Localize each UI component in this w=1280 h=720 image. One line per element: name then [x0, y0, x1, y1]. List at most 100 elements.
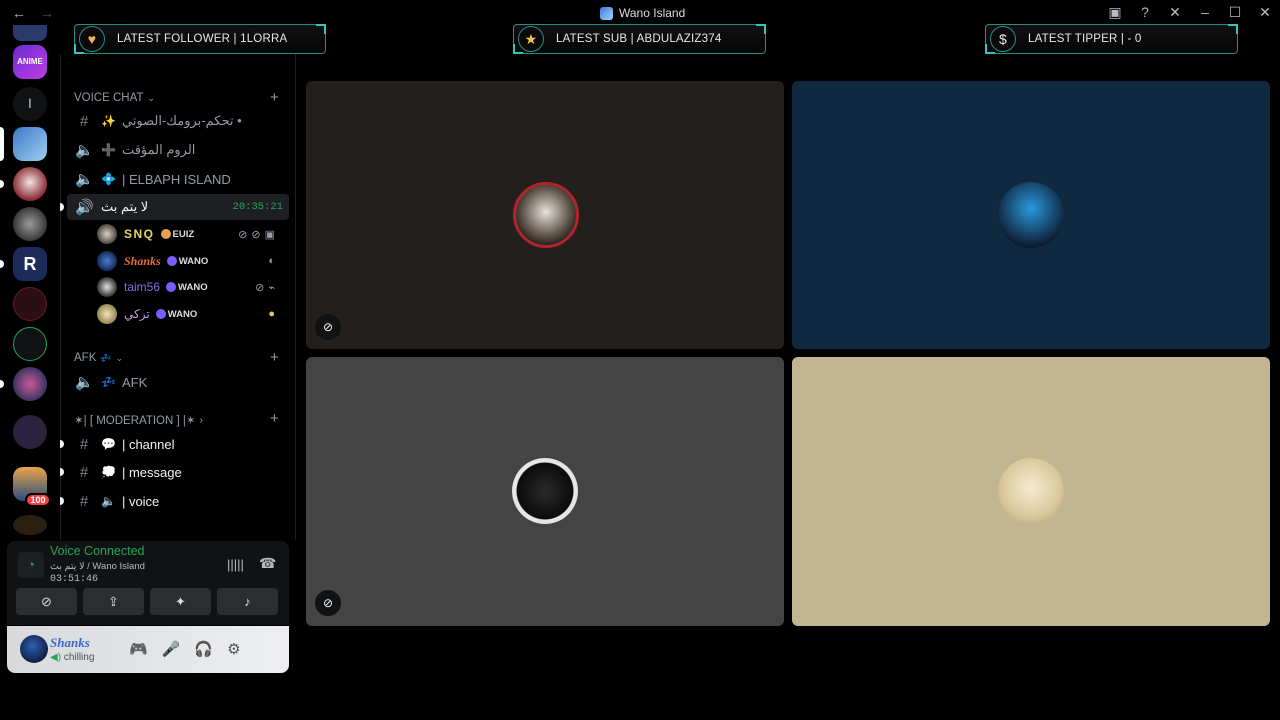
server-avatar-2[interactable]: [13, 167, 47, 201]
tag-text: WANO: [178, 281, 208, 293]
server-avatar-8[interactable]: [13, 415, 47, 449]
video-tile-1[interactable]: ⊘: [306, 81, 784, 349]
unread-indicator: [0, 180, 4, 188]
help-icon[interactable]: ?: [1138, 4, 1152, 21]
voice-user-taim56[interactable]: taim56 WANO ⊘⌁: [97, 275, 287, 299]
maximize-icon[interactable]: ☐: [1228, 4, 1242, 21]
category-label: VOICE CHAT: [74, 92, 144, 104]
soundboard-button[interactable]: ♪: [217, 588, 278, 615]
channel-label: AFK: [121, 374, 148, 390]
category-afk[interactable]: AFK 💤 ⌄ +: [74, 349, 279, 366]
channel-text-channel[interactable]: # 💬 | channel: [60, 431, 289, 457]
category-voice-chat[interactable]: VOICE CHAT ⌄ +: [74, 89, 279, 106]
avatar: [97, 224, 117, 244]
video-tile-2[interactable]: [792, 81, 1270, 349]
channel-label: لا يتم بث: [101, 199, 149, 214]
chevron-down-icon: ⌄: [147, 92, 155, 103]
tag-icon: [155, 309, 166, 319]
avatar: [97, 251, 117, 271]
user-avatar[interactable]: [20, 635, 48, 663]
voice-status[interactable]: Voice Connected: [50, 544, 145, 558]
server-avatar-5[interactable]: [13, 287, 47, 321]
unread-indicator: [60, 440, 64, 448]
add-channel-icon[interactable]: +: [270, 89, 279, 106]
screen-share-button[interactable]: ⇪: [83, 588, 144, 615]
channel-text-message[interactable]: # 💭 | message: [60, 459, 289, 485]
channel-active-voice[interactable]: 🔊 لا يتم بث 20:35:21: [60, 194, 289, 220]
server-icon-top[interactable]: [13, 25, 47, 41]
server-avatar-3[interactable]: [13, 207, 47, 241]
camera-off-button[interactable]: ⊘: [16, 588, 77, 615]
latest-follower-banner: ♥ LATEST FOLLOWER | 1LORRA: [74, 24, 326, 54]
voice-user-snq[interactable]: SNQ EUIZ ⊘⊘▣: [97, 222, 287, 246]
noise-suppression-icon[interactable]: |||||: [227, 557, 244, 572]
add-channel-icon[interactable]: +: [270, 410, 279, 427]
forward-arrow-icon[interactable]: →: [40, 5, 54, 21]
headphones-icon[interactable]: 🎧: [194, 640, 213, 658]
user-name: SNQ: [124, 227, 155, 241]
user-name[interactable]: Shanks: [50, 635, 90, 651]
disconnect-icon[interactable]: ☎: [259, 555, 276, 572]
latest-follower-text: LATEST FOLLOWER | 1LORRA: [117, 33, 288, 45]
video-tile-4[interactable]: [792, 357, 1270, 626]
heart-icon: ♥: [79, 26, 105, 52]
voice-user-shanks[interactable]: Shanks WANO ◐: [97, 249, 287, 273]
signal-icon[interactable]: ◔: [18, 552, 44, 578]
muted-icon: ⊘: [315, 590, 341, 616]
camera-off-icon: ⊘: [315, 314, 341, 340]
thought-bubble-icon: 💭: [101, 465, 116, 479]
voice-room[interactable]: لا يتم بث / Wano Island: [50, 561, 145, 572]
channel-voice-control[interactable]: # ✨ تحكم-برومك-الصوتي •: [67, 108, 289, 134]
server-avatar-6[interactable]: [13, 327, 47, 361]
soundboard-icon: ♪: [244, 594, 251, 609]
channel-afk[interactable]: 🔈 💤 AFK: [67, 369, 289, 395]
microphone-icon[interactable]: 🎤: [162, 640, 181, 658]
tools-icon[interactable]: ✕: [1168, 4, 1182, 21]
user-panel: Shanks ◀) chilling 🎮 🎤 🎧 ⚙: [7, 626, 289, 673]
server-rail: ANIME l R 100: [0, 25, 60, 537]
server-icon: [600, 6, 613, 20]
category-moderation[interactable]: ✶| [ MODERATION ] |✶ › +: [74, 410, 279, 427]
close-icon[interactable]: ✕: [1258, 4, 1272, 21]
video-tile-3[interactable]: ⊘: [306, 357, 784, 626]
gear-icon[interactable]: ⚙: [227, 640, 240, 658]
channel-sidebar: VOICE CHAT ⌄ + # ✨ تحكم-برومك-الصوتي • 🔈…: [60, 54, 296, 540]
tag-text: WANO: [167, 308, 198, 320]
back-arrow-icon[interactable]: ←: [12, 5, 26, 21]
avatar: [97, 304, 117, 324]
dollar-icon: $: [990, 26, 1016, 52]
gamepad-icon[interactable]: 🎮: [129, 640, 148, 658]
server-l[interactable]: l: [13, 87, 47, 121]
voice-connection-panel: ◔ Voice Connected لا يتم بث / Wano Islan…: [7, 541, 289, 625]
participant-avatar: [998, 182, 1064, 248]
participant-avatar: [513, 182, 579, 248]
user-controls: 🎮 🎤 🎧 ⚙: [129, 640, 241, 658]
minimize-icon[interactable]: –: [1198, 4, 1212, 21]
camera-off-icon: ⊘: [41, 594, 52, 609]
add-channel-icon[interactable]: +: [270, 349, 279, 366]
activities-button[interactable]: ✦: [150, 588, 211, 615]
channel-elbaph-island[interactable]: 🔈 💠 | ELBAPH ISLAND: [67, 166, 289, 192]
channel-label: | voice: [121, 493, 160, 509]
inbox-icon[interactable]: ▣: [1108, 4, 1122, 21]
channel-temp-room[interactable]: 🔈 ➕ الروم المؤقت: [67, 137, 289, 163]
server-anime[interactable]: ANIME: [13, 45, 47, 79]
user-tag: WANO: [166, 256, 208, 267]
server-wano-island[interactable]: [13, 127, 47, 161]
server-avatar-7[interactable]: [13, 367, 47, 401]
tag-text: EUIZ: [172, 228, 195, 240]
window-controls: ▣ ? ✕ – ☐ ✕: [1108, 4, 1272, 21]
window-title: Wano Island: [600, 6, 685, 20]
speaker-icon: ◀): [50, 652, 62, 663]
server-r[interactable]: R: [13, 247, 47, 281]
activity-icon: ◐: [268, 255, 279, 267]
channel-text-voice[interactable]: # 🔈 | voice: [60, 488, 289, 514]
speaker-icon: 🔈: [75, 171, 94, 188]
server-avatar-10[interactable]: [13, 515, 47, 535]
voice-user-turki[interactable]: ترکي WANO ●: [97, 302, 287, 326]
plus-icon: ➕: [101, 143, 116, 157]
speaker-icon: 🔈: [75, 142, 94, 159]
activities-icon: ✦: [175, 594, 186, 609]
user-name: taim56: [124, 280, 161, 294]
user-status[interactable]: ◀) chilling: [50, 652, 94, 663]
